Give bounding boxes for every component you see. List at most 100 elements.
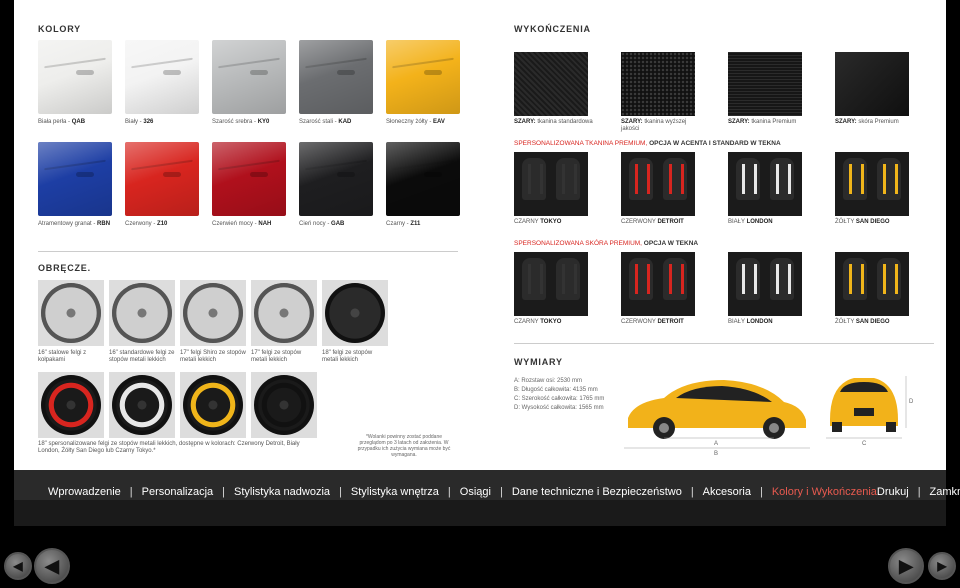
seat-color-name: LONDON: [746, 219, 773, 225]
wheel-image: [251, 280, 317, 346]
color-swatch[interactable]: [386, 142, 460, 216]
color-swatch[interactable]: [125, 40, 199, 114]
dimensions-list: A: Rozstaw osi: 2530 mm B: Długość całko…: [514, 377, 604, 413]
seat-color-prefix: CZERWONY: [621, 219, 656, 225]
seat-trim: [540, 164, 543, 194]
fabric-label: SZARY:: [514, 119, 536, 125]
print-link[interactable]: Drukuj: [877, 486, 909, 498]
door-handle: [163, 172, 181, 177]
nav-item[interactable]: Wprowadzenie: [48, 486, 121, 498]
seat-caption: CZERWONY DETROIT: [621, 219, 684, 226]
double-right-icon: ▶: [937, 559, 947, 573]
seat-color-name: SAN DIEGO: [855, 219, 890, 225]
seat-trim: [883, 264, 886, 294]
fabric-caption: SZARY: skóra Premium: [835, 119, 915, 126]
wheels-row2-caption: 18" spersonalizowane felgi ze stopów met…: [38, 441, 300, 454]
nav-item[interactable]: Dane techniczne i Bezpieczeństwo: [512, 486, 682, 498]
nav-item[interactable]: Kolory i Wykończenia: [772, 486, 877, 498]
door-handle: [337, 70, 355, 75]
seat-trim: [776, 164, 779, 194]
fabric-label: SZARY:: [835, 119, 857, 125]
seat-color-prefix: ŻÓŁTY: [835, 219, 855, 225]
door-handle: [76, 70, 94, 75]
nav-item[interactable]: Osiągi: [460, 486, 491, 498]
nav-item[interactable]: Akcesoria: [703, 486, 751, 498]
fabric-label: SZARY:: [728, 119, 750, 125]
seat-trim: [574, 264, 577, 294]
colors-title: KOLORY: [38, 24, 81, 34]
wheel-rim: [325, 283, 385, 343]
color-swatch[interactable]: [38, 40, 112, 114]
seat-trim: [540, 264, 543, 294]
door-crease: [305, 159, 367, 171]
nav-item[interactable]: Personalizacja: [142, 486, 214, 498]
seat-color-prefix: CZARNY: [514, 319, 539, 325]
color-caption: Szarość srebra - KY0: [212, 119, 269, 126]
color-name: Atramentowy granat: [38, 221, 92, 227]
nav-items: Wprowadzenie | Personalizacja | Stylistyka n…: [48, 486, 877, 498]
color-code: QAB: [71, 119, 86, 125]
dim-label-d: D: [909, 399, 914, 405]
seat-caption: ŻÓŁTY SAN DIEGO: [835, 219, 890, 226]
color-swatch[interactable]: [299, 142, 373, 216]
color-swatch[interactable]: [299, 40, 373, 114]
next-page-button[interactable]: ▶: [888, 548, 924, 584]
door-handle: [163, 70, 181, 75]
color-code: KY0: [257, 119, 270, 125]
door-handle: [250, 172, 268, 177]
color-caption: Cień nocy - GAB: [299, 221, 344, 228]
color-swatch[interactable]: [386, 40, 460, 114]
wheel-caption: 16" stalowe felgi z kołpakami: [38, 350, 87, 363]
color-swatch[interactable]: [38, 142, 112, 216]
last-page-button[interactable]: ▶: [928, 552, 956, 580]
nav-separator: |: [222, 486, 226, 498]
fabric-premium-title: SPERSONALIZOWANA TKANINA PREMIUM,: [514, 140, 648, 147]
color-swatch[interactable]: [212, 142, 286, 216]
fabric-sample: [621, 52, 695, 116]
first-page-button[interactable]: ◀: [4, 552, 32, 580]
color-name: Słoneczny żółty: [386, 119, 428, 125]
seat-trim: [754, 164, 757, 194]
seat-caption: BIAŁY LONDON: [728, 219, 773, 226]
seat-color-prefix: CZARNY: [514, 219, 539, 225]
fabric-sample: [514, 52, 588, 116]
fabric-caption: SZARY: tkanina Premium: [728, 119, 808, 126]
close-link[interactable]: Zamknij: [930, 486, 960, 498]
seat-image: [621, 252, 695, 316]
dimension-c: C: Szerokość całkowita: 1765 mm: [514, 396, 605, 402]
seat-trim: [528, 264, 531, 294]
door-crease: [131, 159, 193, 171]
personalized-wheel-image: [109, 372, 175, 438]
fabric-desc: tkanina standardowa: [537, 119, 593, 125]
nav-item[interactable]: Stylistyka nadwozia: [234, 486, 330, 498]
seat-image: [621, 152, 695, 216]
double-left-icon: ◀: [13, 559, 23, 573]
color-code: GAB: [331, 221, 345, 227]
fabric-premium-heading: SPERSONALIZOWANA TKANINA PREMIUM, OPCJA …: [514, 140, 781, 147]
color-caption: Biały - 326: [125, 119, 153, 126]
nav-item[interactable]: Stylistyka wnętrza: [351, 486, 439, 498]
door-handle: [76, 172, 94, 177]
wheels-note: *Wolanki powinny zostać poddane przegląd…: [357, 434, 451, 458]
fabric-sample: [728, 52, 802, 116]
previous-page-button[interactable]: ◀: [34, 548, 70, 584]
nav-footer-bar: [14, 500, 946, 526]
color-swatch[interactable]: [212, 40, 286, 114]
color-name: Biały: [125, 119, 139, 125]
nav-separator: |: [690, 486, 694, 498]
door-handle: [250, 70, 268, 75]
wheel-caption: 17" felgi ze stopów metali lekkich: [251, 350, 302, 363]
personalized-wheel-image: [180, 372, 246, 438]
wheel-caption: 18" felgi ze stopów metali lekkich: [322, 350, 373, 363]
dim-label-c: C: [862, 441, 867, 447]
nav-separator: |: [759, 486, 763, 498]
wheel-rim: [112, 283, 172, 343]
seat-image: [514, 152, 588, 216]
seat-color-name: TOKYO: [540, 319, 562, 325]
personalized-wheel-image: [251, 372, 317, 438]
seat-trim: [574, 164, 577, 194]
fabric-premium-title-rest: OPCJA W ACENTA I STANDARD W TEKNA: [649, 140, 781, 147]
color-swatch[interactable]: [125, 142, 199, 216]
color-name: Czerwień mocy: [212, 221, 254, 227]
car-dimension-drawings: [624, 376, 907, 449]
